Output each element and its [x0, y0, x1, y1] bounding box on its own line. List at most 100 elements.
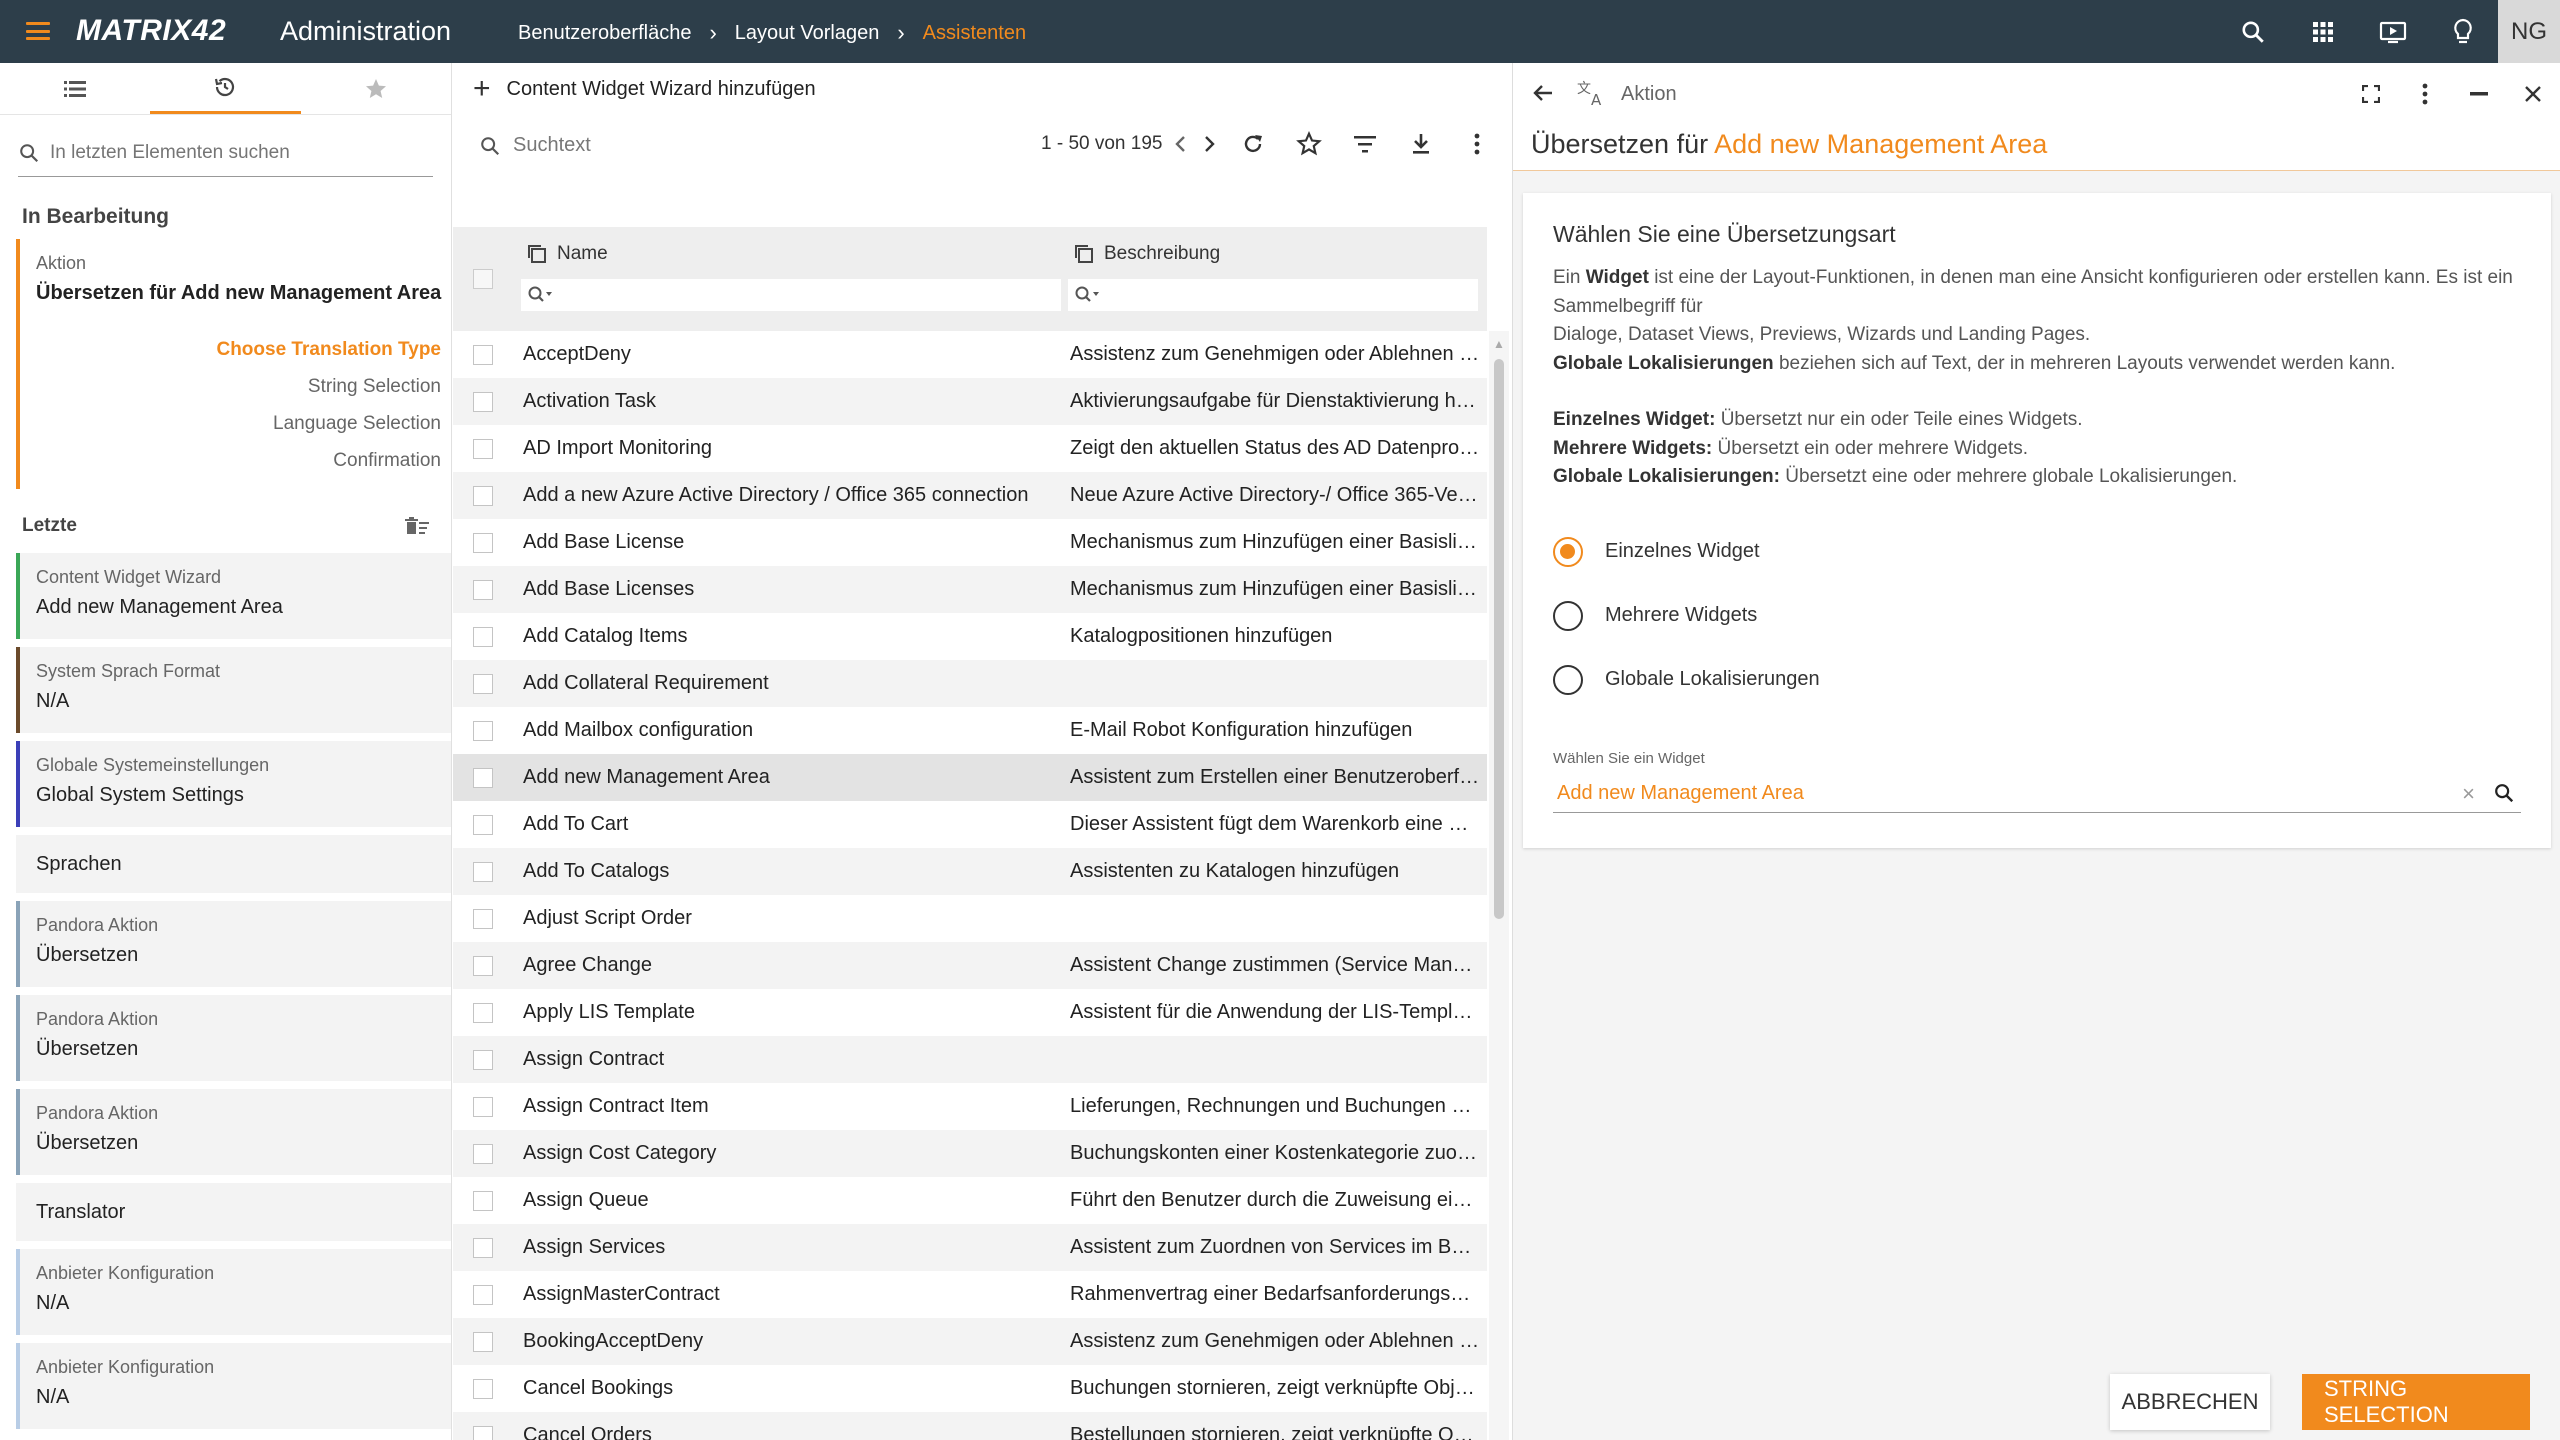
row-checkbox[interactable] [473, 345, 493, 365]
radio-option[interactable]: Einzelnes Widget [1553, 520, 2521, 584]
table-row[interactable]: Assign Queue Führt den Benutzer durch die… [453, 1177, 1487, 1224]
row-checkbox[interactable] [473, 815, 493, 835]
minimize-icon[interactable] [2452, 63, 2506, 125]
row-checkbox[interactable] [473, 627, 493, 647]
row-checkbox[interactable] [473, 1238, 493, 1258]
table-row[interactable]: AcceptDeny Assistenz zum Genehmigen oder … [453, 331, 1487, 378]
radio-circle-icon[interactable] [1553, 536, 1583, 567]
fullscreen-icon[interactable] [2344, 63, 2398, 125]
radio-circle-icon[interactable] [1553, 664, 1583, 695]
table-row[interactable]: Add To Cart Dieser Assistent fügt dem War… [453, 801, 1487, 848]
row-checkbox[interactable] [473, 533, 493, 553]
table-row[interactable]: Adjust Script Order [453, 895, 1487, 942]
search-icon[interactable] [2493, 782, 2515, 810]
next-string-selection-button[interactable]: STRING SELECTION [2302, 1374, 2530, 1430]
table-row[interactable]: Add new Management Area Assistent zum Ers… [453, 754, 1487, 801]
table-row[interactable]: Add Base License Mechanismus zum Hinzufüg… [453, 519, 1487, 566]
avatar[interactable]: NG [2498, 0, 2560, 63]
recent-item[interactable]: Pandora Aktion Übersetzen [16, 995, 451, 1081]
recent-item[interactable]: Pandora Aktion Übersetzen [16, 1089, 451, 1175]
recent-item[interactable]: Globale Systemeinstellungen Global System… [16, 741, 451, 827]
row-checkbox[interactable] [473, 1285, 493, 1305]
step-string-selection[interactable]: String Selection [36, 368, 441, 405]
row-checkbox[interactable] [473, 439, 493, 459]
star-outline-icon[interactable] [1281, 115, 1337, 173]
radio-circle-icon[interactable] [1553, 600, 1583, 631]
step-choose-translation-type[interactable]: Choose Translation Type [36, 331, 441, 368]
more-vert-icon[interactable] [2398, 63, 2452, 125]
table-row[interactable]: AD Import Monitoring Zeigt den aktuellen … [453, 425, 1487, 472]
lightbulb-icon[interactable] [2428, 0, 2498, 63]
tab-favorites[interactable] [301, 63, 451, 114]
video-icon[interactable] [2358, 0, 2428, 63]
table-row[interactable]: Add a new Azure Active Directory / Offic… [453, 472, 1487, 519]
recent-item[interactable]: System Sprach Format N/A [16, 647, 451, 733]
table-row[interactable]: Apply LIS Template Assistent für die Anwe… [453, 989, 1487, 1036]
radio-option[interactable]: Globale Lokalisierungen [1553, 648, 2521, 712]
tab-list[interactable] [0, 63, 150, 114]
scroll-up-icon[interactable]: ▲ [1493, 337, 1505, 351]
row-checkbox[interactable] [473, 486, 493, 506]
table-row[interactable]: Add Collateral Requirement [453, 660, 1487, 707]
column-desc-header[interactable]: Beschreibung [1074, 243, 1220, 265]
row-checkbox[interactable] [473, 1003, 493, 1023]
clear-list-icon[interactable] [405, 516, 429, 536]
row-checkbox[interactable] [473, 1097, 493, 1117]
refresh-icon[interactable] [1225, 115, 1281, 173]
table-row[interactable]: Assign Contract Item Lieferungen, Rechnun… [453, 1083, 1487, 1130]
row-checkbox[interactable] [473, 909, 493, 929]
table-row[interactable]: Add Catalog Items Katalogpositionen hinzu… [453, 613, 1487, 660]
table-row[interactable]: AssignMasterContract Rahmenvertrag einer … [453, 1271, 1487, 1318]
menu-icon[interactable] [26, 22, 50, 40]
row-checkbox[interactable] [473, 1144, 493, 1164]
table-row[interactable]: Activation Task Aktivierungsaufgabe für D… [453, 378, 1487, 425]
row-checkbox[interactable] [473, 862, 493, 882]
table-row[interactable]: Cancel Orders Bestellungen stornieren, ze… [453, 1412, 1487, 1440]
recent-search-input[interactable] [50, 142, 430, 164]
row-checkbox[interactable] [473, 956, 493, 976]
tab-history[interactable] [150, 63, 301, 114]
chevron-left-icon[interactable] [1165, 115, 1195, 173]
plus-icon[interactable]: + [473, 74, 491, 104]
recent-item[interactable]: Pandora Aktion Übersetzen [16, 901, 451, 987]
table-row[interactable]: BookingAcceptDeny Assistenz zum Genehmige… [453, 1318, 1487, 1365]
search-icon[interactable] [2218, 0, 2288, 63]
recent-item[interactable]: Sprachen [16, 835, 451, 893]
filter-icon[interactable] [1337, 115, 1393, 173]
widget-input[interactable]: Add new Management Area × [1553, 775, 2521, 813]
cancel-button[interactable]: ABBRECHEN [2110, 1374, 2270, 1430]
clear-icon[interactable]: × [2462, 781, 2475, 807]
table-row[interactable]: Assign Services Assistent zum Zuordnen vo… [453, 1224, 1487, 1271]
step-confirmation[interactable]: Confirmation [36, 442, 441, 479]
editing-item[interactable]: Aktion Übersetzen für Add new Management… [16, 239, 451, 489]
breadcrumb-item[interactable]: Layout Vorlagen [735, 22, 880, 45]
table-row[interactable]: Add Base Licenses Mechanismus zum Hinzufü… [453, 566, 1487, 613]
chevron-right-icon[interactable] [1195, 115, 1225, 173]
column-name-header[interactable]: Name [527, 243, 608, 265]
table-row[interactable]: Add To Catalogs Assistenten zu Katalogen … [453, 848, 1487, 895]
desc-filter-input[interactable] [1068, 279, 1478, 311]
back-arrow-icon[interactable] [1531, 81, 1555, 110]
recent-item[interactable]: Anbieter Konfiguration N/A [16, 1343, 451, 1429]
radio-option[interactable]: Mehrere Widgets [1553, 584, 2521, 648]
row-checkbox[interactable] [473, 392, 493, 412]
breadcrumb-item[interactable]: Benutzeroberfläche [518, 22, 691, 45]
step-language-selection[interactable]: Language Selection [36, 405, 441, 442]
row-checkbox[interactable] [473, 721, 493, 741]
close-icon[interactable] [2506, 63, 2560, 125]
add-wizard-button[interactable]: Content Widget Wizard hinzufügen [507, 78, 816, 101]
logo[interactable]: MATRIX42 [76, 14, 226, 48]
table-row[interactable]: Assign Contract [453, 1036, 1487, 1083]
row-checkbox[interactable] [473, 1332, 493, 1352]
table-row[interactable]: Assign Cost Category Buchungskonten einer… [453, 1130, 1487, 1177]
vertical-scrollbar[interactable]: ▲ ▼ [1489, 331, 1509, 1440]
table-row[interactable]: Agree Change Assistent Change zustimmen (… [453, 942, 1487, 989]
recent-item[interactable]: Anbieter Konfiguration N/A [16, 1249, 451, 1335]
scrollbar-thumb[interactable] [1494, 359, 1504, 919]
apps-grid-icon[interactable] [2288, 0, 2358, 63]
row-checkbox[interactable] [473, 768, 493, 788]
table-row[interactable]: Cancel Bookings Buchungen stornieren, zei… [453, 1365, 1487, 1412]
row-checkbox[interactable] [473, 674, 493, 694]
row-checkbox[interactable] [473, 1426, 493, 1440]
row-checkbox[interactable] [473, 1050, 493, 1070]
